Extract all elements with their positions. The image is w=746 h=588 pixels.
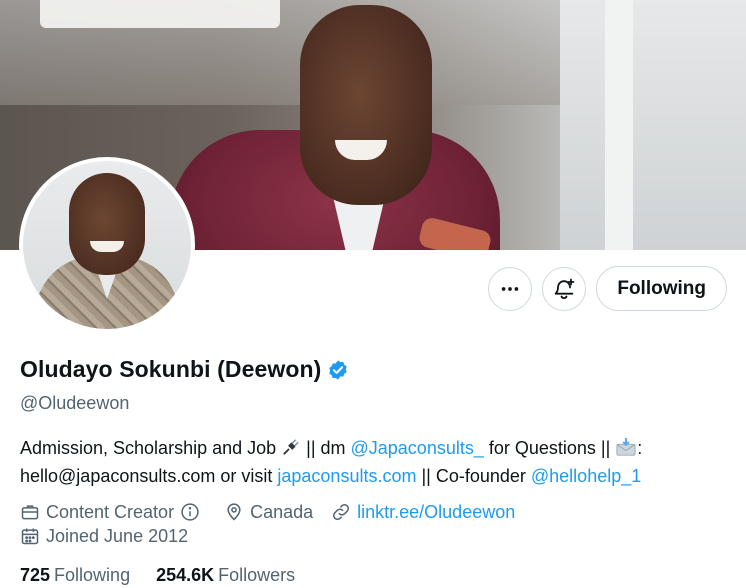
meta-row: Content Creator Canada linktr.ee/Oludeew… — [20, 500, 533, 524]
notifications-button[interactable] — [542, 266, 587, 311]
banner-wall — [560, 0, 746, 250]
plug-icon — [281, 437, 301, 464]
website-item[interactable]: linktr.ee/Oludeewon — [331, 502, 515, 523]
location-item: Canada — [224, 502, 313, 523]
followers-stat[interactable]: 254.6K Followers — [156, 565, 295, 586]
followers-count: 254.6K — [156, 565, 215, 585]
joined-label: Joined June 2012 — [46, 525, 189, 546]
bell-plus-icon — [555, 278, 575, 299]
website-link[interactable]: japaconsults.com — [277, 466, 416, 486]
envelope-arrow-icon — [615, 437, 637, 464]
profile-stats: 725 Following 254.6K Followers — [20, 565, 321, 586]
banner-head — [300, 5, 432, 205]
location-label: Canada — [250, 501, 314, 522]
avatar-photo — [23, 161, 191, 329]
banner-light — [40, 0, 280, 28]
info-icon[interactable] — [180, 502, 200, 522]
profile-meta: Content Creator Canada linktr.ee/Oludeew… — [20, 500, 533, 548]
more-button[interactable] — [488, 266, 533, 311]
category-label: Content Creator — [46, 501, 175, 522]
banner-pillar — [605, 0, 633, 250]
category-item: Content Creator — [20, 502, 206, 523]
joined-item: Joined June 2012 — [20, 526, 188, 547]
display-name: Oludayo Sokunbi (Deewon) — [20, 356, 322, 382]
profile-actions: Following — [488, 266, 727, 311]
mention-link[interactable]: @Japaconsults_ — [351, 438, 484, 458]
more-horizontal-icon — [502, 286, 519, 291]
website-link[interactable]: linktr.ee/Oludeewon — [357, 502, 515, 523]
user-handle: @Oludeewon — [20, 393, 130, 413]
briefcase-icon — [21, 505, 39, 520]
bio-text: for Questions || — [483, 438, 616, 458]
following-stat[interactable]: 725 Following — [20, 565, 130, 586]
followers-label: Followers — [218, 565, 296, 585]
calendar-icon — [21, 528, 39, 545]
profile-bio: Admission, Scholarship and Job || dm @Ja… — [20, 436, 720, 489]
bio-text: || Co-founder — [416, 466, 531, 486]
meta-row: Joined June 2012 — [20, 524, 533, 548]
bio-text: : — [637, 438, 643, 458]
bio-text: || dm — [301, 438, 351, 458]
bio-text: Admission, Scholarship and Job — [20, 438, 282, 458]
bio-text: hello@japaconsults.com or visit — [20, 466, 278, 486]
avatar-face — [69, 173, 145, 275]
name-row: Oludayo Sokunbi (Deewon) — [20, 356, 349, 383]
following-count: 725 — [20, 565, 51, 585]
verified-badge-icon[interactable] — [327, 359, 349, 381]
mention-link[interactable]: @hellohelp_1 — [531, 466, 641, 486]
link-icon — [333, 503, 350, 521]
following-label: Following — [54, 565, 131, 585]
avatar[interactable] — [19, 157, 195, 333]
following-button[interactable]: Following — [596, 266, 727, 311]
location-pin-icon — [227, 503, 241, 521]
